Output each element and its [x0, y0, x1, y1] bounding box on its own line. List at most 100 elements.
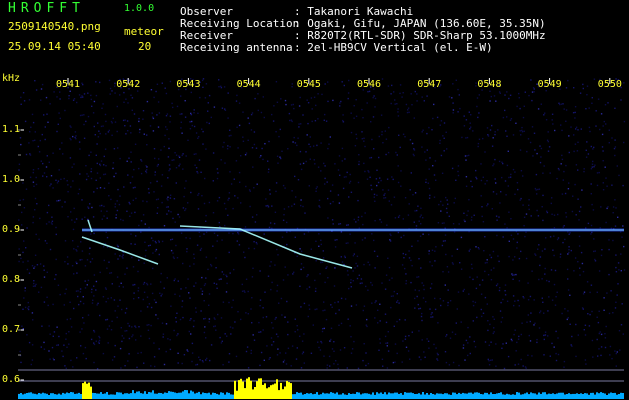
noise-speck — [81, 114, 83, 116]
noise-speck — [621, 303, 623, 305]
noise-speck — [197, 112, 199, 114]
noise-speck — [490, 95, 492, 98]
noise-speck — [486, 180, 488, 182]
noise-speck — [193, 153, 195, 155]
noise-speck — [394, 361, 396, 363]
noise-speck — [146, 169, 148, 171]
noise-speck — [71, 265, 74, 267]
noise-speck — [109, 87, 112, 90]
noise-speck — [500, 301, 502, 304]
noise-speck — [160, 295, 162, 297]
noise-speck — [583, 170, 585, 173]
noise-speck — [368, 90, 371, 93]
noise-speck — [176, 312, 178, 314]
noise-speck — [518, 335, 520, 338]
noise-speck — [442, 204, 444, 206]
noise-speck — [70, 126, 72, 128]
level-bar — [84, 381, 86, 399]
noise-speck — [111, 90, 113, 92]
noise-speck — [374, 220, 376, 222]
noise-speck — [318, 346, 320, 349]
noise-speck — [107, 342, 109, 344]
noise-speck — [617, 283, 619, 285]
noise-speck — [186, 349, 188, 351]
noise-speck — [512, 168, 515, 171]
noise-speck — [66, 346, 68, 348]
noise-speck — [442, 271, 444, 273]
noise-speck — [106, 236, 109, 239]
noise-speck — [387, 331, 389, 333]
noise-speck — [153, 96, 155, 99]
noise-speck — [343, 84, 345, 87]
level-bar — [232, 394, 234, 399]
noise-speck — [186, 248, 188, 250]
noise-speck — [488, 360, 490, 362]
noise-speck — [366, 318, 368, 321]
noise-speck — [96, 162, 98, 165]
noise-speck — [531, 99, 533, 102]
noise-speck — [163, 287, 165, 289]
noise-speck — [350, 352, 353, 354]
noise-speck — [99, 177, 101, 179]
noise-speck — [407, 350, 410, 352]
noise-speck — [496, 219, 498, 221]
level-bar — [488, 394, 490, 399]
noise-speck — [245, 185, 247, 188]
noise-speck — [299, 163, 302, 165]
level-bar — [396, 392, 398, 399]
noise-speck — [225, 208, 227, 210]
noise-speck — [434, 308, 437, 311]
noise-speck — [522, 204, 524, 206]
noise-speck — [472, 300, 474, 303]
noise-speck — [509, 176, 512, 178]
noise-speck — [544, 267, 546, 270]
noise-speck — [102, 296, 105, 298]
noise-speck — [547, 131, 549, 133]
noise-speck — [57, 180, 60, 182]
noise-speck — [570, 249, 572, 252]
noise-speck — [73, 207, 75, 210]
noise-speck — [33, 267, 35, 269]
noise-speck — [35, 233, 37, 236]
noise-speck — [350, 131, 353, 134]
noise-speck — [293, 107, 295, 110]
noise-speck — [293, 203, 296, 205]
noise-speck — [332, 99, 334, 102]
noise-speck — [124, 330, 126, 332]
level-bar — [270, 385, 272, 399]
noise-speck — [263, 233, 265, 235]
noise-speck — [222, 146, 224, 148]
noise-speck — [298, 105, 301, 107]
noise-speck — [482, 137, 484, 140]
noise-speck — [574, 106, 577, 108]
noise-speck — [316, 308, 318, 310]
noise-speck — [405, 253, 407, 256]
noise-speck — [52, 357, 54, 360]
noise-speck — [145, 171, 148, 174]
noise-speck — [474, 301, 477, 304]
noise-speck — [401, 264, 404, 266]
noise-speck — [357, 181, 360, 184]
noise-speck — [297, 329, 299, 331]
noise-speck — [175, 317, 177, 319]
noise-speck — [32, 319, 34, 321]
noise-speck — [429, 261, 431, 263]
noise-speck — [387, 257, 389, 259]
noise-speck — [621, 236, 623, 238]
noise-speck — [120, 218, 122, 221]
noise-speck — [78, 303, 80, 306]
time-tick-label: 0543 — [176, 79, 201, 90]
noise-speck — [22, 308, 24, 310]
noise-speck — [615, 365, 617, 367]
noise-speck — [205, 277, 207, 279]
noise-speck — [406, 111, 409, 114]
noise-speck — [267, 204, 269, 207]
noise-speck — [103, 205, 105, 208]
noise-speck — [428, 253, 430, 255]
noise-speck — [593, 166, 595, 168]
level-bar — [514, 394, 516, 399]
noise-speck — [417, 276, 420, 278]
noise-speck — [32, 121, 35, 124]
level-bar — [118, 392, 120, 399]
noise-speck — [219, 336, 221, 339]
